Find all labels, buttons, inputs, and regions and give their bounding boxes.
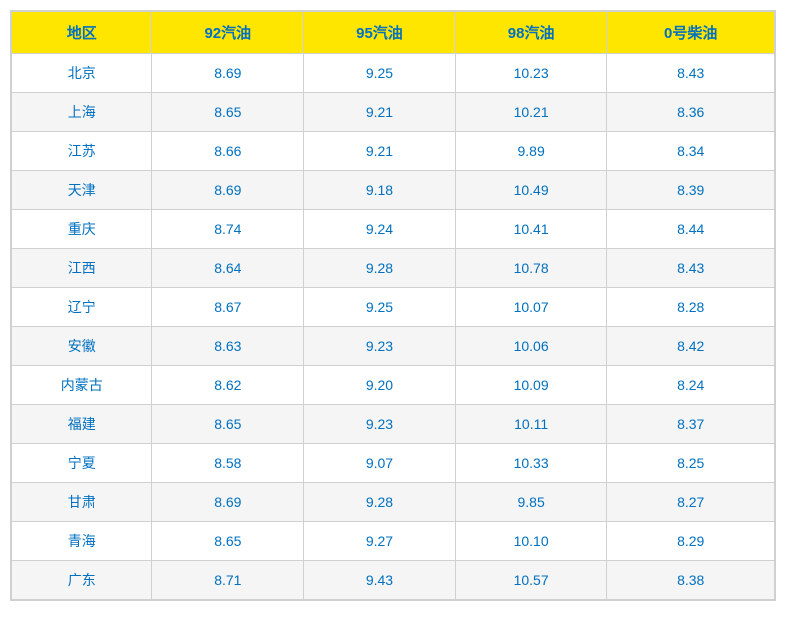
cell-region: 上海 xyxy=(12,93,152,132)
cell-price: 10.06 xyxy=(455,327,607,366)
cell-region: 天津 xyxy=(12,171,152,210)
cell-price: 10.33 xyxy=(455,444,607,483)
cell-price: 10.11 xyxy=(455,405,607,444)
header-g95: 95汽油 xyxy=(304,12,456,54)
cell-price: 8.38 xyxy=(607,561,775,600)
table-row: 安徽8.639.2310.068.42 xyxy=(12,327,775,366)
cell-price: 9.23 xyxy=(304,327,456,366)
fuel-price-table: 地区 92汽油 95汽油 98汽油 0号柴油 北京8.699.2510.238.… xyxy=(10,10,776,601)
cell-price: 9.25 xyxy=(304,288,456,327)
cell-price: 8.34 xyxy=(607,132,775,171)
cell-price: 8.28 xyxy=(607,288,775,327)
cell-price: 9.28 xyxy=(304,483,456,522)
cell-price: 8.62 xyxy=(152,366,304,405)
cell-region: 内蒙古 xyxy=(12,366,152,405)
cell-price: 9.28 xyxy=(304,249,456,288)
table-row: 江西8.649.2810.788.43 xyxy=(12,249,775,288)
cell-region: 辽宁 xyxy=(12,288,152,327)
cell-price: 10.41 xyxy=(455,210,607,249)
cell-price: 8.27 xyxy=(607,483,775,522)
cell-price: 10.23 xyxy=(455,54,607,93)
cell-price: 10.57 xyxy=(455,561,607,600)
cell-price: 8.65 xyxy=(152,405,304,444)
cell-price: 9.43 xyxy=(304,561,456,600)
cell-region: 甘肃 xyxy=(12,483,152,522)
cell-price: 10.21 xyxy=(455,93,607,132)
table-row: 重庆8.749.2410.418.44 xyxy=(12,210,775,249)
table-row: 青海8.659.2710.108.29 xyxy=(12,522,775,561)
cell-price: 10.07 xyxy=(455,288,607,327)
header-g98: 98汽油 xyxy=(455,12,607,54)
cell-price: 8.64 xyxy=(152,249,304,288)
cell-price: 8.71 xyxy=(152,561,304,600)
table-row: 江苏8.669.219.898.34 xyxy=(12,132,775,171)
table-row: 福建8.659.2310.118.37 xyxy=(12,405,775,444)
cell-region: 青海 xyxy=(12,522,152,561)
cell-price: 8.24 xyxy=(607,366,775,405)
cell-region: 重庆 xyxy=(12,210,152,249)
cell-price: 10.78 xyxy=(455,249,607,288)
cell-price: 8.43 xyxy=(607,249,775,288)
cell-price: 9.18 xyxy=(304,171,456,210)
table-row: 甘肃8.699.289.858.27 xyxy=(12,483,775,522)
cell-price: 9.25 xyxy=(304,54,456,93)
cell-price: 8.44 xyxy=(607,210,775,249)
cell-price: 8.63 xyxy=(152,327,304,366)
cell-price: 9.24 xyxy=(304,210,456,249)
cell-price: 9.89 xyxy=(455,132,607,171)
table-row: 北京8.699.2510.238.43 xyxy=(12,54,775,93)
table-row: 内蒙古8.629.2010.098.24 xyxy=(12,366,775,405)
cell-price: 9.27 xyxy=(304,522,456,561)
cell-price: 8.25 xyxy=(607,444,775,483)
cell-region: 江苏 xyxy=(12,132,152,171)
cell-price: 8.67 xyxy=(152,288,304,327)
cell-region: 广东 xyxy=(12,561,152,600)
cell-price: 8.58 xyxy=(152,444,304,483)
cell-price: 10.49 xyxy=(455,171,607,210)
table-row: 天津8.699.1810.498.39 xyxy=(12,171,775,210)
cell-region: 宁夏 xyxy=(12,444,152,483)
cell-price: 8.36 xyxy=(607,93,775,132)
table-row: 宁夏8.589.0710.338.25 xyxy=(12,444,775,483)
cell-price: 10.09 xyxy=(455,366,607,405)
cell-region: 江西 xyxy=(12,249,152,288)
cell-price: 10.10 xyxy=(455,522,607,561)
cell-price: 9.21 xyxy=(304,132,456,171)
cell-price: 8.66 xyxy=(152,132,304,171)
table-row: 上海8.659.2110.218.36 xyxy=(12,93,775,132)
cell-price: 8.69 xyxy=(152,483,304,522)
cell-price: 8.69 xyxy=(152,171,304,210)
cell-price: 9.21 xyxy=(304,93,456,132)
header-diesel: 0号柴油 xyxy=(607,12,775,54)
cell-price: 8.74 xyxy=(152,210,304,249)
cell-region: 福建 xyxy=(12,405,152,444)
table-row: 辽宁8.679.2510.078.28 xyxy=(12,288,775,327)
cell-price: 8.69 xyxy=(152,54,304,93)
cell-price: 9.23 xyxy=(304,405,456,444)
cell-price: 9.85 xyxy=(455,483,607,522)
cell-price: 8.37 xyxy=(607,405,775,444)
table-row: 广东8.719.4310.578.38 xyxy=(12,561,775,600)
table-header-row: 地区 92汽油 95汽油 98汽油 0号柴油 xyxy=(12,12,775,54)
cell-region: 安徽 xyxy=(12,327,152,366)
cell-price: 9.20 xyxy=(304,366,456,405)
cell-price: 8.65 xyxy=(152,522,304,561)
cell-region: 北京 xyxy=(12,54,152,93)
cell-price: 9.07 xyxy=(304,444,456,483)
cell-price: 8.29 xyxy=(607,522,775,561)
header-region: 地区 xyxy=(12,12,152,54)
cell-price: 8.65 xyxy=(152,93,304,132)
cell-price: 8.39 xyxy=(607,171,775,210)
header-g92: 92汽油 xyxy=(152,12,304,54)
cell-price: 8.42 xyxy=(607,327,775,366)
cell-price: 8.43 xyxy=(607,54,775,93)
